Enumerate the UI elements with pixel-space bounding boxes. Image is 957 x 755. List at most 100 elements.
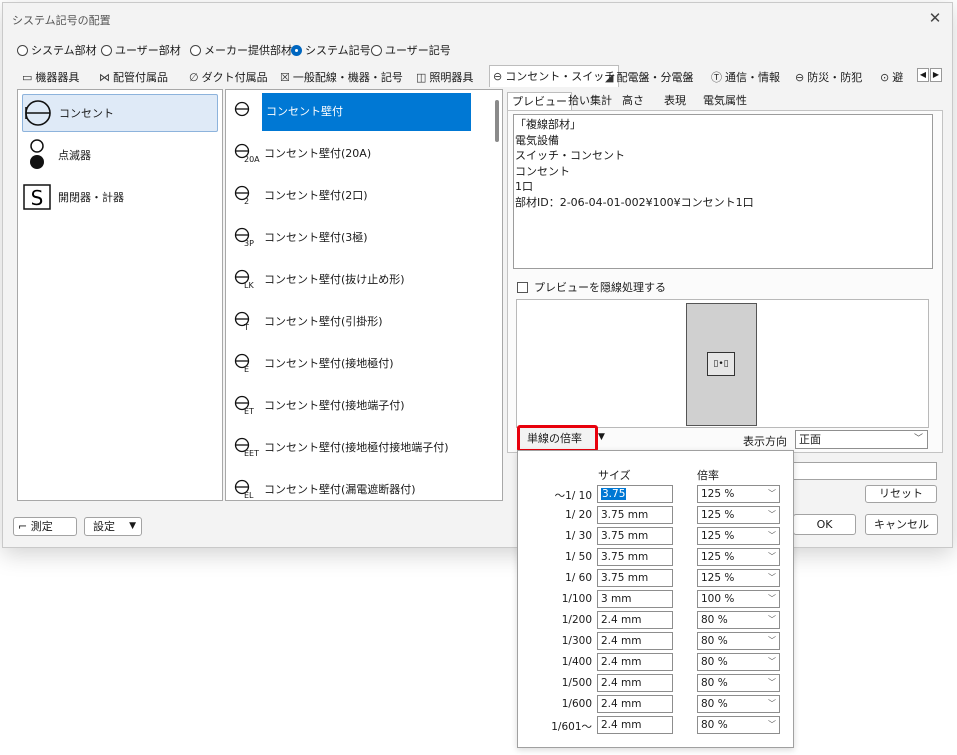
size-input[interactable]: 2.4 mm (597, 632, 673, 650)
list-item[interactable]: E コンセント壁付(接地極付) (230, 345, 476, 381)
list-item[interactable]: 2 コンセント壁付(2口) (230, 177, 476, 213)
tab-disaster-prevention[interactable]: ⊖ 防災・防犯 (792, 67, 865, 87)
name-field[interactable] (793, 462, 937, 480)
rate-select[interactable]: 125 % ﹀ (697, 548, 780, 566)
tab-electrical[interactable]: 電気属性 (699, 92, 751, 110)
chevron-down-icon: ﹀ (768, 531, 776, 540)
tab-height[interactable]: 高さ (618, 92, 648, 110)
reset-button[interactable]: リセット (865, 485, 937, 503)
tab-duct[interactable]: ∅ ダクト付属品 (186, 67, 271, 87)
rate-select[interactable]: 80 % ﹀ (697, 611, 780, 629)
tab-piping[interactable]: ⋈ 配管付属品 (96, 67, 171, 87)
rate-value: 80 % (701, 635, 728, 647)
rate-select[interactable]: 80 % ﹀ (697, 695, 780, 713)
item-label: コンセント壁付(引掛形) (264, 315, 383, 328)
size-input[interactable]: 2.4 mm (597, 653, 673, 671)
category-switch[interactable]: 点滅器 (22, 136, 218, 174)
size-input[interactable]: 3.75 mm (597, 548, 673, 566)
close-icon[interactable]: ✕ (924, 7, 946, 29)
chevron-down-icon: ﹀ (768, 657, 776, 666)
tab-takeoff[interactable]: 拾い集計 (564, 92, 616, 110)
list-item[interactable]: EET コンセント壁付(接地極付接地端子付) (230, 429, 476, 465)
measure-label: 測定 (30, 520, 53, 533)
item-label: コンセント壁付(3極) (264, 231, 368, 244)
radio-system-symbol[interactable]: システム記号 (291, 42, 371, 58)
rate-select[interactable]: 125 % ﹀ (697, 569, 780, 587)
tab-general-wiring[interactable]: ☒ 一般配線・機器・記号 (277, 67, 406, 87)
list-item[interactable]: ET コンセント壁付(接地端子付) (230, 387, 476, 423)
size-input[interactable]: 2.4 mm (597, 716, 673, 734)
item-suffix: T (244, 323, 249, 332)
valve-icon: ⋈ (99, 70, 110, 84)
rate-select[interactable]: 100 % ﹀ (697, 590, 780, 608)
tab-preview[interactable]: プレビュー (507, 92, 572, 110)
hidden-line-checkbox[interactable]: プレビューを隠線処理する (517, 279, 666, 295)
list-item[interactable]: 20A コンセント壁付(20A) (230, 135, 476, 171)
size-input[interactable]: 3.75 mm (597, 569, 673, 587)
tab-scroll-left-icon[interactable]: ◀ (917, 68, 929, 82)
rate-select[interactable]: 125 % ﹀ (697, 485, 780, 503)
settings-label: 設定 (93, 520, 115, 533)
scale-label: 1/601～ (551, 721, 592, 733)
target-icon: ⊙ (880, 70, 890, 84)
property-tabs: プレビュー 拾い集計 高さ 表現 電気属性 (507, 92, 943, 110)
tab-lighting[interactable]: ◫ 照明器具 (413, 67, 476, 87)
radio-circle-icon (190, 44, 201, 56)
scale-row: 1/ 50 3.75 mm 125 % ﹀ (518, 548, 795, 569)
category-breaker-meter[interactable]: S 開閉器・計器 (22, 178, 218, 216)
rate-select[interactable]: 125 % ﹀ (697, 527, 780, 545)
item-label: コンセント壁付(漏電遮断器付) (264, 483, 416, 496)
list-item[interactable]: LK コンセント壁付(抜け止め形) (230, 261, 476, 297)
size-input[interactable]: 3 mm (597, 590, 673, 608)
radio-maker-parts[interactable]: メーカー提供部材 (190, 42, 292, 58)
chevron-down-icon: ﹀ (768, 552, 776, 561)
rate-value: 125 % (701, 572, 735, 584)
scale-row: 1/601～ 2.4 mm 80 % ﹀ (518, 716, 795, 737)
rate-value: 100 % (701, 593, 735, 605)
direction-value: 正面 (799, 433, 821, 446)
rate-select[interactable]: 80 % ﹀ (697, 716, 780, 734)
tab-panelboard[interactable]: ◢ 配電盤・分電盤 (602, 67, 696, 87)
tab-equipment[interactable]: ▭ 機器器具 (19, 67, 82, 87)
scale-row: 1/200 2.4 mm 80 % ﹀ (518, 611, 795, 632)
list-item[interactable]: T コンセント壁付(引掛形) (230, 303, 476, 339)
tab-scroll-right-icon[interactable]: ▶ (930, 68, 942, 82)
scale-row: 1/400 2.4 mm 80 % ﹀ (518, 653, 795, 674)
size-input[interactable]: 2.4 mm (597, 674, 673, 692)
rate-select[interactable]: 80 % ﹀ (697, 632, 780, 650)
rate-select[interactable]: 125 % ﹀ (697, 506, 780, 524)
item-label: コンセント壁付(接地極付接地端子付) (264, 441, 449, 454)
radio-user-symbol[interactable]: ユーザー記号 (371, 42, 451, 58)
size-input[interactable]: 2.4 mm (597, 611, 673, 629)
rate-select[interactable]: 80 % ﹀ (697, 653, 780, 671)
radio-user-parts[interactable]: ユーザー部材 (101, 42, 181, 58)
list-item[interactable]: 3P コンセント壁付(3極) (230, 219, 476, 255)
direction-label: 表示方向 (743, 435, 787, 448)
list-item[interactable]: EL コンセント壁付(漏電遮断器付) (230, 471, 476, 499)
scale-factor-popup: サイズ 倍率 ～1/ 10 3.75 125 % ﹀ 1/ 20 3.75 mm 125 … (517, 450, 794, 748)
tab-expression[interactable]: 表現 (660, 92, 690, 110)
tab-communication[interactable]: Ⓣ 通信・情報 (708, 67, 783, 87)
measure-button[interactable]: ⌐ 測定 (13, 517, 77, 536)
cancel-button[interactable]: キャンセル (865, 514, 938, 535)
scale-row: 1/500 2.4 mm 80 % ﹀ (518, 674, 795, 695)
list-scrollbar[interactable] (495, 100, 499, 142)
tab-outlet-switch[interactable]: ⊖ コンセント・スイッチ (489, 65, 620, 87)
rate-select[interactable]: 80 % ﹀ (697, 674, 780, 692)
tab-evacuation[interactable]: ⊙ 避 (877, 67, 906, 87)
size-input[interactable]: 3.75 (597, 485, 673, 503)
category-outlet[interactable]: コンセント (22, 94, 218, 132)
scale-label: 1/100 (561, 593, 592, 605)
size-input[interactable]: 2.4 mm (597, 695, 673, 713)
ok-button[interactable]: OK (793, 514, 856, 535)
outlet-icon (234, 101, 250, 117)
size-input[interactable]: 3.75 mm (597, 506, 673, 524)
settings-button[interactable]: 設定 ▼ (84, 517, 142, 536)
preview-line: 部材ID：2-06-04-01-002¥100¥コンセント1口 (515, 195, 754, 209)
dropdown-caret-icon[interactable]: ▼ (598, 432, 605, 442)
scale-factor-button[interactable]: 単線の倍率 (517, 425, 598, 452)
direction-select[interactable]: 正面 ﹀ (795, 430, 928, 449)
list-item[interactable]: コンセント壁付 (230, 93, 476, 131)
size-input[interactable]: 3.75 mm (597, 527, 673, 545)
radio-system-parts[interactable]: システム部材 (17, 42, 97, 58)
